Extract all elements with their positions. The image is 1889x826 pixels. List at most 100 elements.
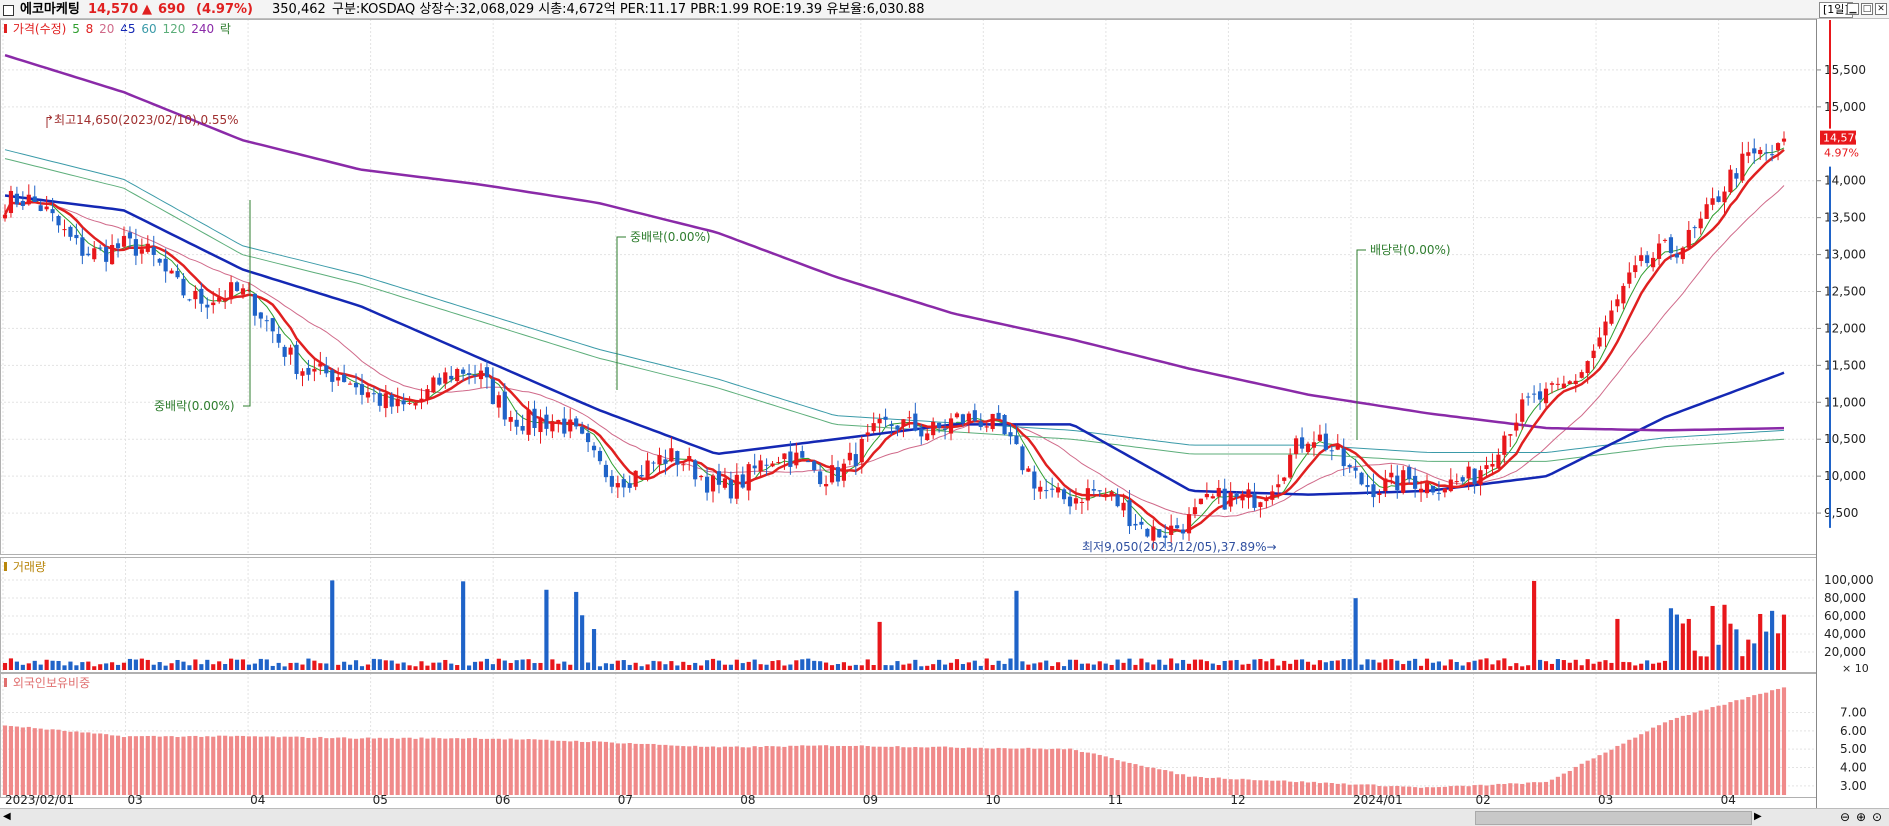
volume-bar xyxy=(746,661,751,670)
candle-body xyxy=(425,389,430,400)
candle-body xyxy=(1662,239,1668,241)
candle-body xyxy=(110,244,115,265)
volume-bar xyxy=(20,664,25,670)
candlesticks xyxy=(2,131,1787,549)
volume-bar xyxy=(68,661,73,670)
candle-body xyxy=(823,483,829,487)
volume-bar xyxy=(110,662,115,670)
volume-bar xyxy=(1097,661,1102,670)
volume-bar xyxy=(217,661,222,670)
candle-body xyxy=(62,229,67,231)
foreign-bar xyxy=(1514,783,1519,795)
candle-body xyxy=(550,421,555,432)
volume-bar xyxy=(1008,658,1013,670)
candle-body xyxy=(591,445,597,451)
volume-bar xyxy=(312,660,317,670)
candle-body xyxy=(621,479,626,488)
volume-bar xyxy=(205,659,210,670)
volume-bar xyxy=(1430,662,1436,670)
candle-body xyxy=(1389,472,1394,478)
foreign-bar xyxy=(728,746,733,795)
candle-body xyxy=(627,483,632,488)
foreign-bar xyxy=(1698,710,1703,795)
foreign-bar xyxy=(56,729,61,795)
candle-body xyxy=(675,451,680,465)
foreign-bar xyxy=(1341,783,1346,795)
horizontal-scrollbar[interactable]: ◀ ▶ ⊖ ⊕ ⊙ xyxy=(0,808,1889,826)
volume-bar xyxy=(621,660,626,670)
volume-bar xyxy=(1258,658,1263,670)
volume-bar xyxy=(1175,663,1180,670)
scroll-right-icon[interactable]: ▶ xyxy=(1754,811,1762,822)
candle-body xyxy=(104,247,109,262)
foreign-bar xyxy=(401,737,406,795)
volume-bar xyxy=(818,661,823,670)
volume-bar xyxy=(1615,618,1620,670)
x-tick-label: 03 xyxy=(128,793,143,807)
candle-body xyxy=(2,214,8,219)
foreign-tick-label: 6.00 xyxy=(1840,724,1867,738)
foreign-bar xyxy=(1508,783,1513,795)
volume-bar xyxy=(1109,664,1114,670)
volume-bar xyxy=(1597,661,1602,670)
foreign-tick-label: 3.00 xyxy=(1840,779,1867,793)
foreign-bar xyxy=(80,732,85,795)
candle-body xyxy=(1258,502,1263,507)
candle-body xyxy=(966,413,971,422)
foreign-bar xyxy=(175,737,180,795)
foreign-bar xyxy=(1746,697,1751,795)
volume-bar xyxy=(526,659,531,670)
volume-bar xyxy=(461,581,466,670)
foreign-bar xyxy=(1645,731,1650,795)
zoom-out-icon[interactable]: ⊖ xyxy=(1840,810,1850,824)
stock-chart[interactable]: 2023/02/01 03 04 05 06 07 08 09 10 11 12 2024/01 02 0… xyxy=(0,0,1889,826)
candle-body xyxy=(1216,487,1221,497)
volume-bar xyxy=(627,664,632,670)
candle-body xyxy=(1508,434,1513,436)
foreign-bar xyxy=(26,726,31,795)
foreign-bar xyxy=(1740,699,1745,795)
foreign-bar xyxy=(211,736,216,795)
volume-bar xyxy=(877,621,882,670)
volume-bar xyxy=(1282,660,1287,670)
candle-body xyxy=(252,293,257,316)
volume-bar xyxy=(1341,658,1346,670)
volume-bar xyxy=(1567,662,1572,670)
zoom-reset-icon[interactable]: ⊙ xyxy=(1872,810,1882,824)
candle-body xyxy=(74,234,79,239)
scroll-thumb[interactable] xyxy=(1475,811,1752,825)
candle-body xyxy=(645,460,650,479)
volume-bar xyxy=(246,664,252,670)
candle-body xyxy=(734,474,739,499)
volume-bar xyxy=(1579,665,1584,670)
volume-bar xyxy=(1240,664,1245,670)
candle-body xyxy=(1448,479,1453,492)
candle-body xyxy=(443,372,448,384)
foreign-bar xyxy=(1276,780,1281,795)
candle-body xyxy=(1246,489,1251,498)
foreign-bar xyxy=(996,747,1001,795)
x-tick-label: 2024/01 xyxy=(1353,793,1403,807)
foreign-bar xyxy=(1770,690,1775,795)
candle-body xyxy=(348,383,353,385)
volume-bar xyxy=(1651,663,1656,670)
foreign-ownership-bars xyxy=(2,687,1787,795)
scroll-left-icon[interactable]: ◀ xyxy=(3,811,11,822)
volume-bar xyxy=(1061,666,1067,670)
volume-bar xyxy=(383,660,388,670)
zoom-in-icon[interactable]: ⊕ xyxy=(1856,810,1866,824)
candle-body xyxy=(294,344,299,374)
foreign-bar xyxy=(1323,782,1328,795)
foreign-bar xyxy=(92,733,97,795)
volume-bar xyxy=(449,663,454,670)
foreign-bar xyxy=(1615,745,1620,795)
volume-bar xyxy=(371,658,376,670)
candle-body xyxy=(1418,488,1424,493)
volume-bar xyxy=(62,665,67,670)
foreign-bar xyxy=(240,735,246,795)
volume-bar xyxy=(966,662,971,670)
candle-body xyxy=(342,374,347,383)
candle-body xyxy=(1579,372,1584,378)
candle-body xyxy=(484,367,490,378)
candle-body xyxy=(472,375,478,377)
